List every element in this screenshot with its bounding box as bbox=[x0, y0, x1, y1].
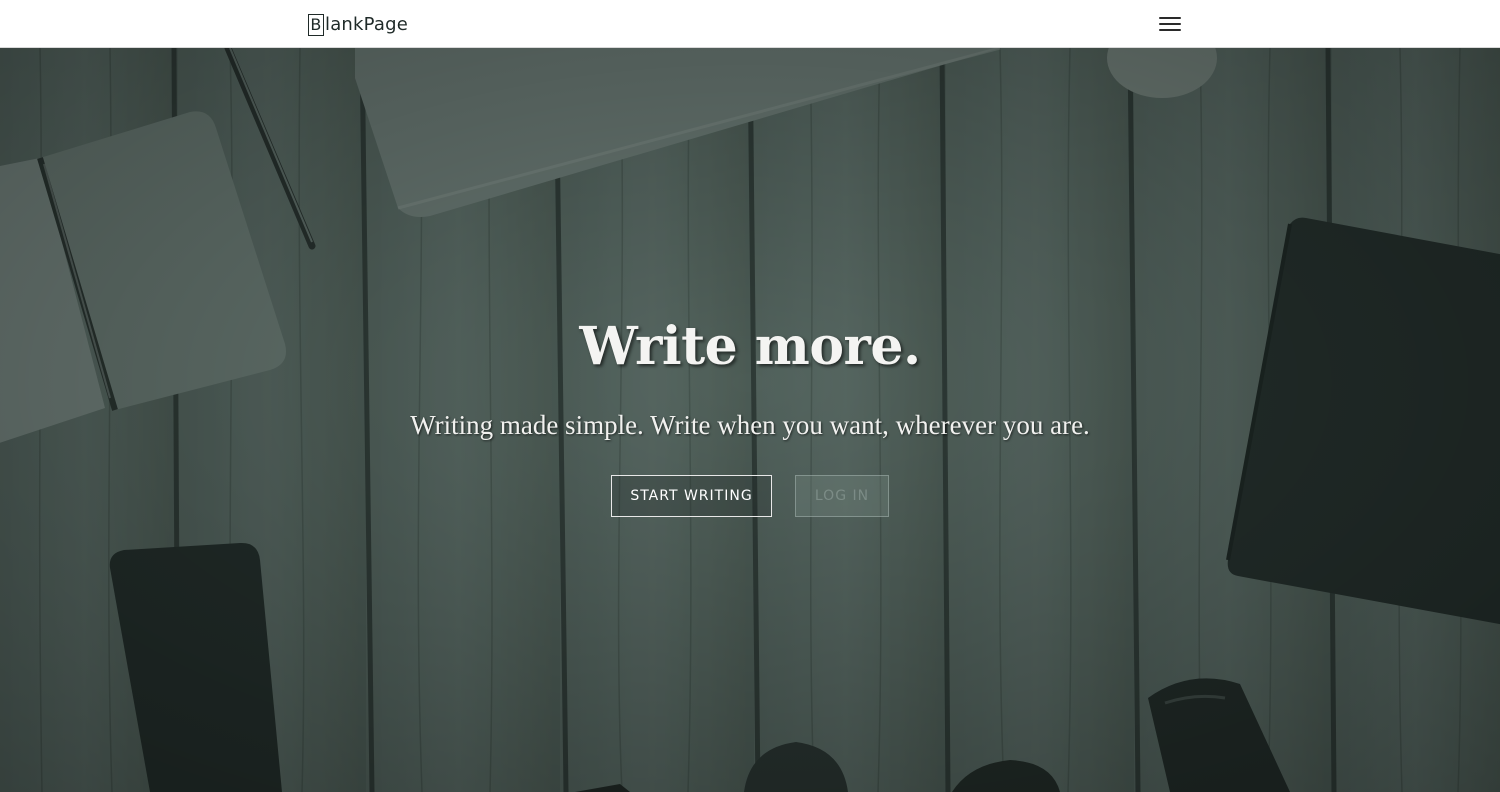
start-writing-button[interactable]: START WRITING bbox=[611, 475, 772, 517]
hero-subtitle: Writing made simple. Write when you want… bbox=[410, 410, 1090, 440]
blankpage-logo[interactable]: BlankPage bbox=[308, 12, 408, 37]
logo-text: lankPage bbox=[325, 14, 409, 35]
hamburger-menu-icon[interactable] bbox=[1157, 14, 1183, 34]
logo-letter-box: B bbox=[308, 13, 324, 36]
log-in-button[interactable]: LOG IN bbox=[795, 475, 889, 517]
hero-section: Write more. Writing made simple. Write w… bbox=[0, 48, 1500, 792]
hero-title: Write more. bbox=[579, 316, 921, 377]
navbar: BlankPage bbox=[0, 0, 1500, 48]
